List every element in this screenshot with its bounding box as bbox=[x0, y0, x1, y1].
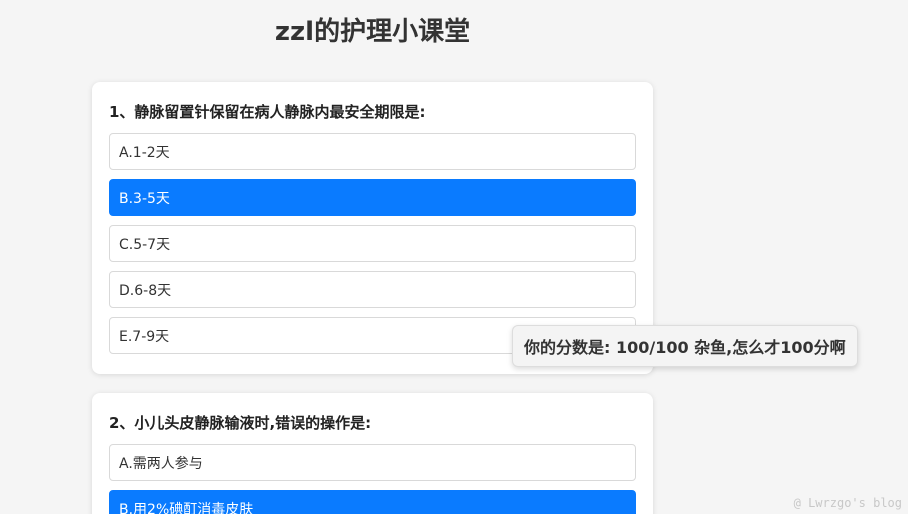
page-title: zzl的护理小课堂 bbox=[274, 17, 471, 47]
option-a[interactable]: A.需两人参与 bbox=[109, 444, 636, 481]
option-c[interactable]: C.5-7天 bbox=[109, 225, 636, 262]
question-text: 1、静脉留置针保留在病人静脉内最安全期限是: bbox=[109, 103, 426, 121]
score-toast: 你的分数是: 100/100 杂鱼,怎么才100分啊 bbox=[512, 325, 858, 367]
option-b[interactable]: B.用2%碘酊消毒皮肤 bbox=[109, 490, 636, 514]
question-text: 2、小儿头皮静脉输液时,错误的操作是: bbox=[109, 414, 372, 432]
option-a[interactable]: A.1-2天 bbox=[109, 133, 636, 170]
option-d[interactable]: D.6-8天 bbox=[109, 271, 636, 308]
option-b[interactable]: B.3-5天 bbox=[109, 179, 636, 216]
watermark: @ Lwrzgo's blog bbox=[793, 496, 902, 510]
question-card-2: 2、小儿头皮静脉输液时,错误的操作是: A.需两人参与 B.用2%碘酊消毒皮肤 bbox=[92, 393, 653, 514]
